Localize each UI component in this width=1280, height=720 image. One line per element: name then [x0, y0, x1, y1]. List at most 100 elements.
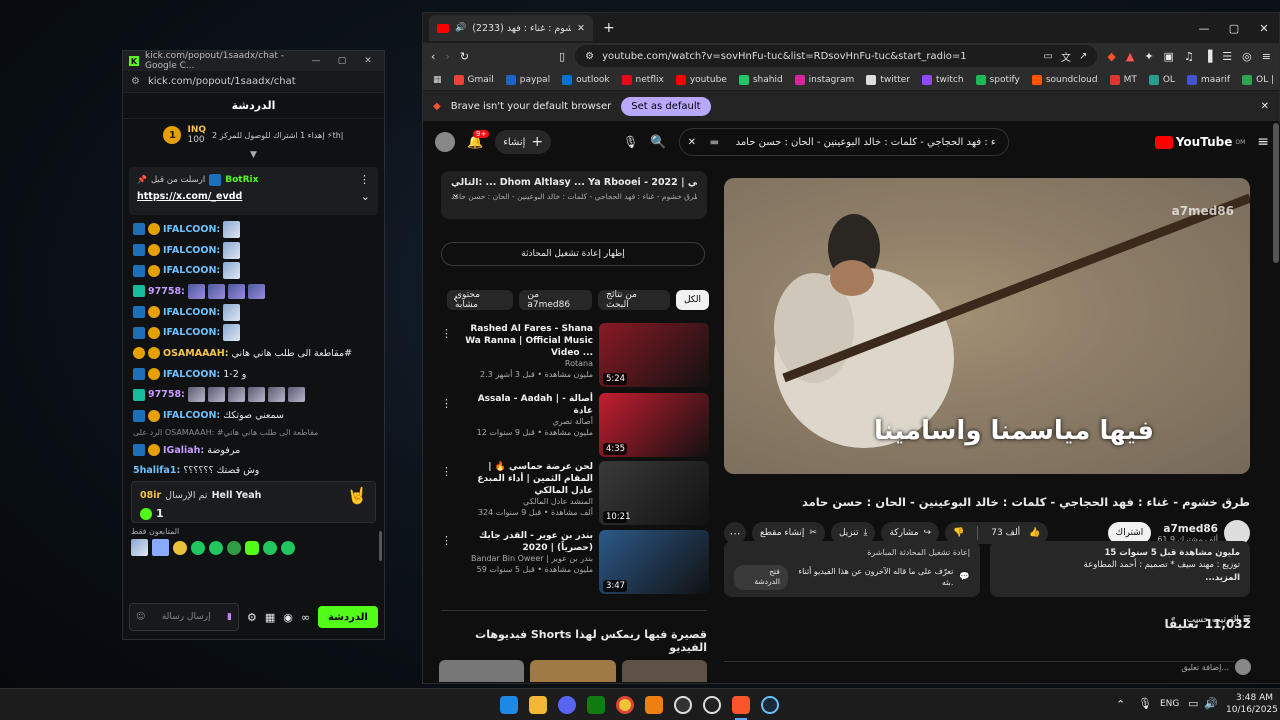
menu-icon[interactable]: ≡ [1262, 50, 1271, 63]
playlist-panel[interactable]: التالي: ... Dhom Altlasy ... Ya Rbooei -… [441, 171, 707, 219]
recommended-video-title[interactable]: بندر بن عوير - القدر جابك (حصرياً) | 202… [457, 530, 593, 554]
minimize-button[interactable]: — [1189, 22, 1219, 35]
expand-chevron-icon[interactable]: ⌄ [451, 187, 460, 200]
emote-icon[interactable] [263, 540, 277, 555]
clock-date[interactable]: 10/16/2025 [1226, 705, 1278, 715]
apps-grid-icon[interactable]: ▦ [433, 75, 442, 85]
tab-close-icon[interactable]: ✕ [577, 23, 585, 34]
more-options-icon[interactable]: ⋮ [359, 173, 370, 186]
tray-chevron-icon[interactable]: ⌃ [1116, 698, 1125, 711]
chat-username[interactable]: OSAMAAAH: [163, 348, 229, 359]
settings-gear-icon[interactable]: ⚙ [247, 611, 257, 624]
vpn-icon[interactable]: ◎ [1242, 50, 1252, 63]
chat-scrollbar[interactable] [379, 531, 382, 561]
more-options-icon[interactable]: ⋮ [441, 393, 452, 459]
wallet-icon[interactable]: ▣ [1164, 50, 1174, 63]
add-comment[interactable]: إضافة تعليق... [1123, 659, 1251, 675]
kick-url-bar[interactable]: ⚙ kick.com/popout/1saadx/chat [123, 71, 384, 93]
bookmark-ol[interactable]: OL | [1242, 74, 1274, 85]
extensions-icon[interactable]: ✦ [1144, 50, 1153, 63]
channel-name[interactable]: a7med86 [1157, 523, 1218, 535]
language-indicator[interactable]: ENG [1160, 699, 1179, 709]
minimize-button[interactable]: — [306, 56, 326, 66]
recommended-video[interactable]: ⋮ لحن عرضة حماسي 🔥 | المقام الثمين | أداء… [441, 461, 709, 527]
network-icon[interactable]: ▭ [1188, 697, 1198, 710]
recommended-video-thumbnail[interactable]: 4:35 [599, 393, 709, 457]
keyboard-icon[interactable]: ▬ [710, 137, 719, 148]
recommended-video-channel[interactable]: أصالة نصري [457, 417, 593, 428]
volume-icon[interactable]: 🔊 [1204, 697, 1218, 710]
chat-username[interactable]: IFALCOON: [163, 245, 220, 256]
search-input[interactable]: ✕ ▬ طرق خشوم - غناء : فهد الحجاجي - كلما… [678, 128, 1009, 156]
chat-username[interactable]: 97758: [148, 389, 185, 400]
pinned-link[interactable]: https://x.com/_evdd [137, 191, 242, 202]
chrome-icon[interactable] [616, 696, 634, 714]
reading-list-icon[interactable]: ☰ [1222, 50, 1232, 63]
vlc-icon[interactable] [645, 696, 663, 714]
xbox-icon[interactable] [587, 696, 605, 714]
cast-icon[interactable]: ▭ [1044, 51, 1053, 62]
emote-icon[interactable] [131, 539, 148, 557]
chips-prev-icon[interactable]: ‹ [453, 292, 458, 307]
github-icon[interactable] [703, 696, 721, 714]
chat-username[interactable]: IFALCOON: [163, 224, 220, 235]
chat-username[interactable]: 97758: [148, 286, 185, 297]
infinity-icon[interactable]: ∞ [301, 611, 310, 624]
pinned-message[interactable]: 📌 ارسلت من قبل BotRix ⋮ https://x.com/_e… [129, 167, 378, 215]
menu-icon[interactable]: ≡ [1257, 134, 1269, 150]
expand-chevron-icon[interactable]: ⌄ [361, 190, 370, 203]
address-bar[interactable]: ⚙ youtube.com/watch?v=sovHnFu-tuc&list=R… [575, 45, 1098, 67]
bookmark-soundcloud[interactable]: soundcloud [1031, 74, 1098, 85]
recommended-video-channel[interactable]: Bandar Bin Oweer | بندر بن عوير [457, 554, 593, 565]
forward-icon[interactable]: › [445, 50, 449, 63]
clear-search-icon[interactable]: ✕ [688, 137, 696, 148]
bookmark-instagram[interactable]: instagram [794, 74, 854, 85]
chat-username[interactable]: IFALCOON: [163, 265, 220, 276]
translate-icon[interactable]: 文 [1061, 49, 1071, 64]
bookmark-mt[interactable]: MT [1109, 74, 1137, 85]
search-icon[interactable]: 🔍 [650, 135, 666, 150]
recommended-video-channel[interactable]: Rotana [457, 359, 593, 370]
bookmark-shahid[interactable]: shahid [738, 74, 783, 85]
brave-shields-icon[interactable]: ◆ [1107, 50, 1115, 63]
chat-replay-box[interactable]: إعادة تشغيل المحادثة المباشرة فتح الدردش… [724, 541, 980, 597]
bookmark-gmail[interactable]: Gmail [453, 74, 494, 85]
filter-chip[interactable]: الكل [675, 290, 709, 310]
set-default-button[interactable]: Set as default [621, 96, 711, 116]
bookmark-spotify[interactable]: spotify [975, 74, 1020, 85]
mic-icon[interactable]: ▮ [227, 612, 232, 622]
youtube-tab[interactable]: 🔊 (2233) طرق خشوم : غناء : فهد ✕ [429, 15, 593, 41]
close-button[interactable]: ✕ [1249, 22, 1279, 35]
emote-icon[interactable] [281, 540, 295, 555]
bookmark-maarif[interactable]: maarif [1186, 74, 1230, 85]
share-icon[interactable]: ↗ [1079, 51, 1087, 62]
notifications-bell-icon[interactable]: 🔔 9+ [467, 129, 490, 150]
page-scrollbar[interactable] [1273, 123, 1279, 263]
chat-input[interactable]: ☺ إرسال رسالة ▮ [129, 603, 239, 631]
site-settings-icon[interactable]: ⚙ [585, 51, 594, 62]
youtube-logo[interactable]: YouTube OM [1154, 135, 1245, 149]
bookmark-youtube[interactable]: youtube [675, 74, 727, 85]
site-info-icon[interactable]: ⚙ [131, 76, 140, 87]
emoji-icon[interactable]: ☺ [136, 612, 145, 622]
short-thumbnail[interactable] [530, 660, 616, 682]
new-tab-button[interactable]: + [603, 20, 615, 36]
avatar[interactable] [435, 132, 455, 152]
create-button[interactable]: إنشاء + [495, 130, 552, 154]
recommended-video[interactable]: ⋮ Rashed Al Fares - Shana Wa Ranna | Offi… [441, 323, 709, 389]
chat-username[interactable]: IFALCOON: [163, 307, 220, 318]
store-icon[interactable]: ▦ [265, 611, 275, 624]
open-chat-button[interactable]: فتح الدردشة [734, 564, 788, 591]
bookmark-paypal[interactable]: paypal [505, 74, 550, 85]
more-options-icon[interactable]: ⋮ [441, 530, 452, 596]
recommended-video[interactable]: ⋮ بندر بن عوير - القدر جابك (حصرياً) | 20… [441, 530, 709, 596]
close-button[interactable]: ✕ [358, 56, 378, 66]
emote-icon[interactable] [191, 540, 205, 555]
dislike-icon[interactable]: 👎 [945, 528, 972, 538]
description-box[interactable]: 15 مليون مشاهدة قبل 5 سنوات توزيع : مهند… [990, 541, 1250, 597]
emote-icon[interactable] [209, 540, 223, 555]
points-icon[interactable]: ◉ [283, 611, 293, 624]
emote-icon[interactable] [152, 539, 169, 557]
chat-username[interactable]: IFALCOON: [163, 369, 220, 380]
recommended-video-thumbnail[interactable]: 3:47 [599, 530, 709, 594]
